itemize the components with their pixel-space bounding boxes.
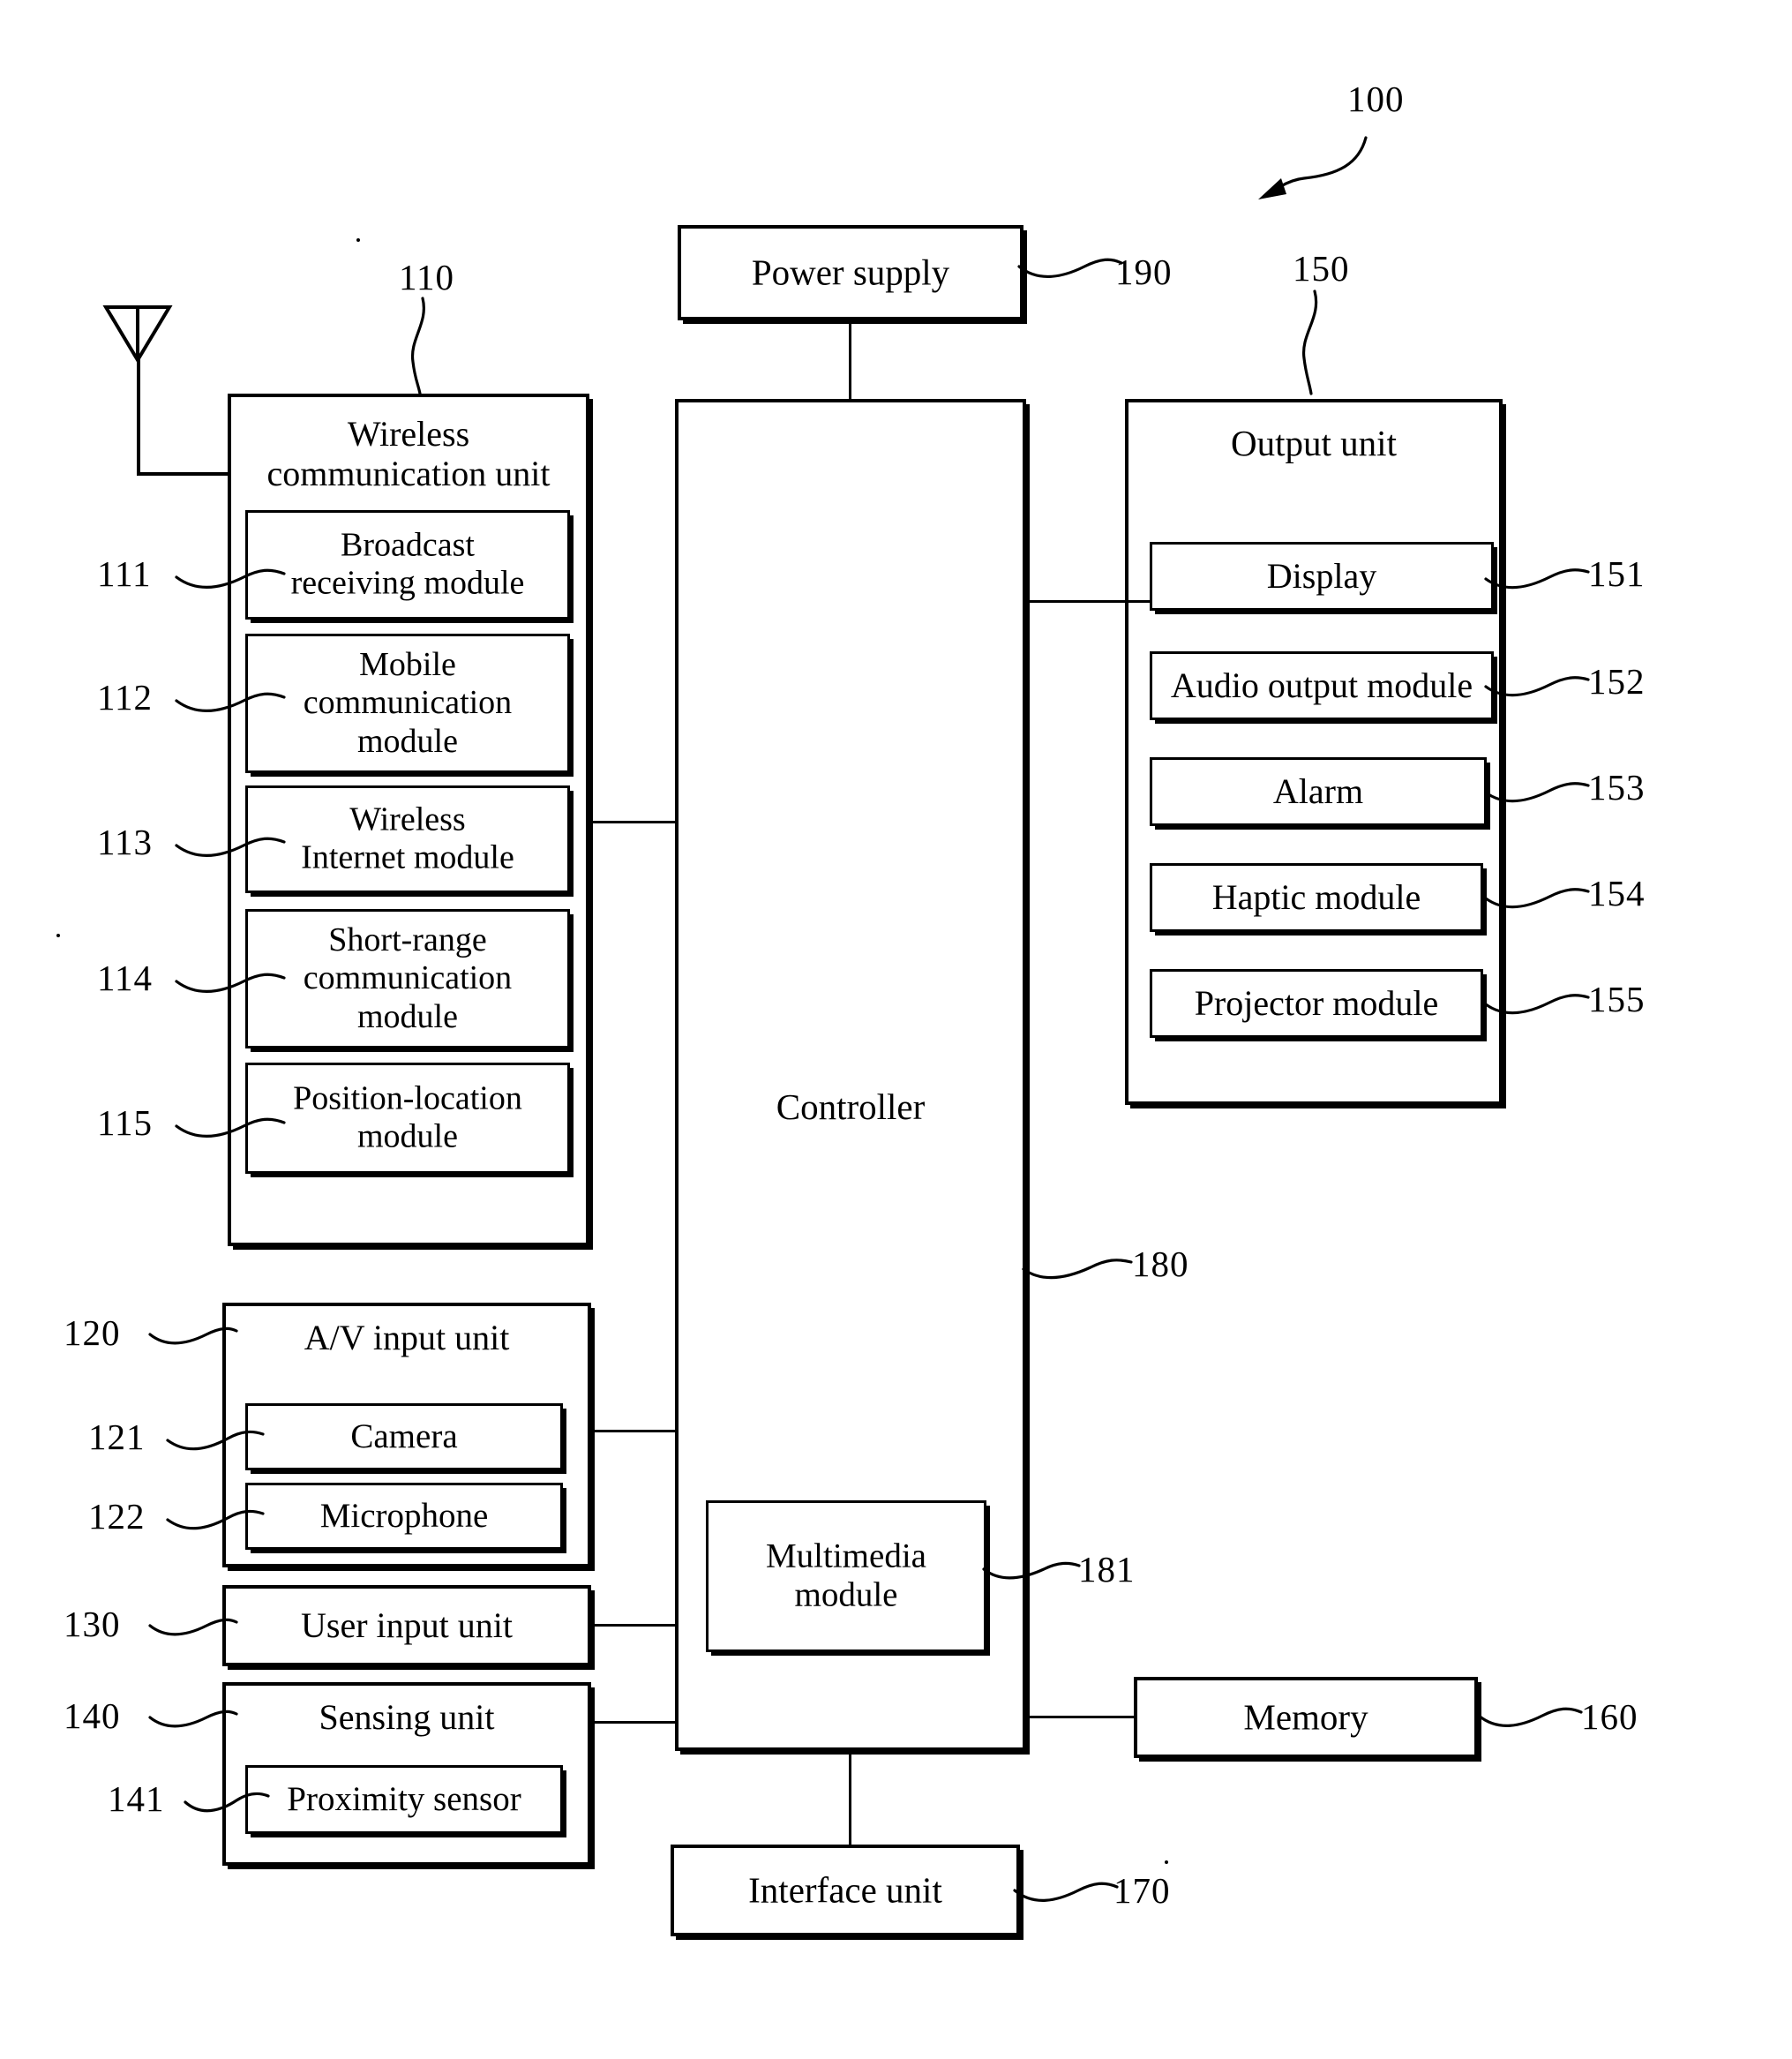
ref-numeral-111: 111	[97, 553, 152, 594]
ref-numeral-152: 152	[1588, 661, 1646, 702]
projector-module-label: Projector module	[1194, 983, 1439, 1024]
mobile-communication-module-box[interactable]: Mobile communication module	[245, 634, 570, 773]
lead-line-100	[1258, 136, 1368, 199]
position-location-module-label: Position-location module	[293, 1079, 522, 1155]
mobile-communication-module-label: Mobile communication module	[303, 646, 513, 760]
broadcast-receiving-module-box[interactable]: Broadcast receiving module	[245, 510, 570, 620]
camera-box[interactable]: Camera	[245, 1403, 563, 1470]
memory-label: Memory	[1243, 1696, 1368, 1738]
audio-output-module-box[interactable]: Audio output module	[1150, 651, 1494, 720]
proximity-sensor-label: Proximity sensor	[287, 1779, 521, 1818]
antenna-lead-horizontal	[137, 472, 232, 476]
ref-numeral-155: 155	[1588, 979, 1646, 1019]
interface-unit-box[interactable]: Interface unit	[671, 1845, 1020, 1936]
lead-line-150	[1301, 289, 1318, 395]
patent-block-diagram: 100 Wireless communication unit 110 Broa…	[0, 0, 1792, 2059]
memory-box[interactable]: Memory	[1134, 1677, 1478, 1758]
proximity-sensor-box[interactable]: Proximity sensor	[245, 1765, 563, 1834]
ref-numeral-115: 115	[97, 1102, 153, 1143]
ref-numeral-130: 130	[64, 1604, 121, 1644]
ref-numeral-122: 122	[88, 1496, 146, 1537]
ref-numeral-110: 110	[399, 257, 454, 297]
ref-numeral-114: 114	[97, 958, 153, 998]
controller-to-output-line	[1023, 600, 1152, 603]
scan-artifact-dot	[356, 238, 360, 242]
controller-to-memory-line	[1023, 1716, 1136, 1718]
haptic-module-box[interactable]: Haptic module	[1150, 863, 1483, 932]
lead-line-110	[410, 297, 425, 395]
display-label: Display	[1266, 556, 1377, 597]
output-unit-title: Output unit	[1231, 423, 1397, 463]
haptic-module-label: Haptic module	[1211, 877, 1421, 918]
display-box[interactable]: Display	[1150, 542, 1494, 611]
camera-label: Camera	[350, 1417, 458, 1455]
short-range-communication-module-box[interactable]: Short-range communication module	[245, 909, 570, 1048]
ref-numeral-113: 113	[97, 822, 153, 862]
microphone-box[interactable]: Microphone	[245, 1483, 563, 1550]
ref-numeral-160: 160	[1581, 1696, 1638, 1737]
ref-numeral-154: 154	[1588, 873, 1646, 913]
controller-to-interface-line	[849, 1749, 851, 1846]
power-to-controller-line	[849, 318, 851, 402]
ref-numeral-112: 112	[97, 677, 153, 718]
ref-numeral-150: 150	[1293, 248, 1350, 289]
sensing-to-controller-line	[589, 1721, 678, 1724]
scan-artifact-dot	[56, 934, 60, 937]
wireless-to-controller-line	[589, 821, 678, 823]
multimedia-module-box[interactable]: Multimedia module	[706, 1500, 986, 1652]
lead-line-160	[1477, 1707, 1583, 1727]
ref-numeral-180: 180	[1132, 1244, 1189, 1284]
wireless-internet-module-label: Wireless Internet module	[301, 800, 514, 876]
ref-numeral-140: 140	[64, 1695, 121, 1736]
position-location-module-box[interactable]: Position-location module	[245, 1063, 570, 1174]
alarm-label: Alarm	[1272, 771, 1364, 812]
broadcast-receiving-module-label: Broadcast receiving module	[290, 526, 525, 602]
antenna-lead-vertical	[137, 357, 140, 475]
multimedia-module-label: Multimedia module	[766, 1537, 926, 1614]
ref-numeral-170: 170	[1113, 1870, 1171, 1911]
microphone-label: Microphone	[319, 1496, 489, 1535]
user-input-unit-box[interactable]: User input unit	[222, 1585, 591, 1666]
lead-line-190	[1017, 258, 1123, 278]
ref-numeral-141: 141	[108, 1778, 165, 1819]
av-input-unit-title: A/V input unit	[304, 1318, 510, 1357]
projector-module-box[interactable]: Projector module	[1150, 969, 1483, 1038]
ref-numeral-120: 120	[64, 1312, 121, 1353]
ref-numeral-151: 151	[1588, 553, 1646, 594]
wireless-internet-module-box[interactable]: Wireless Internet module	[245, 785, 570, 893]
controller-label: Controller	[776, 1086, 926, 1127]
ref-numeral-190: 190	[1115, 252, 1173, 292]
scan-artifact-dot	[1165, 1860, 1168, 1864]
av-input-to-controller-line	[589, 1430, 678, 1432]
audio-output-module-label: Audio output module	[1170, 665, 1473, 706]
ref-numeral-181: 181	[1078, 1549, 1136, 1589]
ref-numeral-153: 153	[1588, 767, 1646, 808]
user-input-unit-label: User input unit	[301, 1605, 513, 1646]
lead-line-180	[1022, 1259, 1133, 1280]
alarm-box[interactable]: Alarm	[1150, 757, 1487, 826]
ref-numeral-100: 100	[1347, 79, 1405, 119]
wireless-communication-unit-title: Wireless communication unit	[266, 414, 551, 493]
power-supply-box[interactable]: Power supply	[678, 225, 1023, 320]
sensing-unit-title: Sensing unit	[319, 1697, 495, 1737]
ref-numeral-121: 121	[88, 1417, 146, 1457]
power-supply-label: Power supply	[751, 252, 950, 293]
short-range-communication-module-label: Short-range communication module	[303, 921, 513, 1035]
interface-unit-label: Interface unit	[748, 1869, 942, 1911]
lead-line-170	[1013, 1882, 1119, 1902]
user-input-to-controller-line	[589, 1624, 678, 1627]
